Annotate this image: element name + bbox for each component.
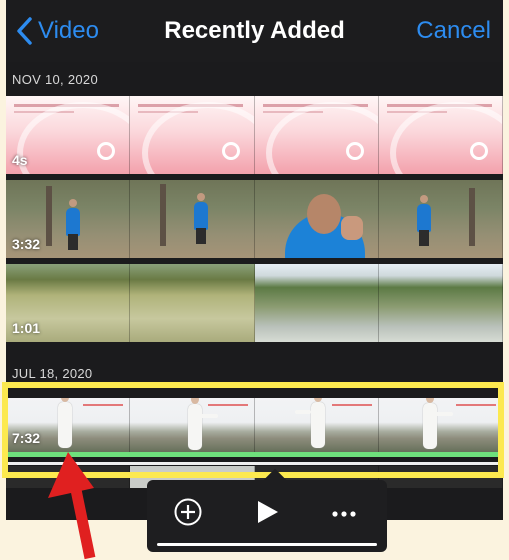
popup-scroll-indicator bbox=[157, 543, 377, 546]
video-clip-3[interactable]: 1:01 bbox=[6, 264, 503, 342]
play-icon bbox=[258, 501, 278, 523]
clip-frame bbox=[130, 180, 255, 258]
clip-action-popup bbox=[147, 468, 387, 552]
add-clip-button[interactable] bbox=[163, 492, 213, 532]
clip-frame bbox=[254, 96, 379, 174]
clip-duration: 4s bbox=[12, 152, 28, 168]
section-date-label: JUL 18, 2020 bbox=[12, 366, 93, 381]
navigation-bar: Video Recently Added Cancel bbox=[6, 0, 503, 62]
more-icon bbox=[332, 511, 356, 517]
clip-duration: 1:01 bbox=[12, 320, 41, 336]
plus-circle-icon bbox=[174, 498, 202, 526]
clip-frame bbox=[130, 96, 255, 174]
clip-frame bbox=[378, 180, 503, 258]
more-button[interactable] bbox=[319, 492, 369, 532]
clip-frame bbox=[378, 96, 503, 174]
clip-frame bbox=[254, 180, 379, 258]
clip-frame bbox=[378, 264, 503, 342]
red-arrow-annotation bbox=[48, 452, 96, 560]
clip-frame bbox=[130, 264, 255, 342]
section-date-label: NOV 10, 2020 bbox=[12, 72, 98, 87]
cancel-button[interactable]: Cancel bbox=[416, 14, 491, 48]
video-clip-2[interactable]: 3:32 bbox=[6, 180, 503, 258]
play-button[interactable] bbox=[242, 492, 292, 532]
clip-duration: 3:32 bbox=[12, 236, 41, 252]
clip-frame bbox=[254, 264, 379, 342]
video-clip-1[interactable]: 4s bbox=[6, 96, 503, 174]
